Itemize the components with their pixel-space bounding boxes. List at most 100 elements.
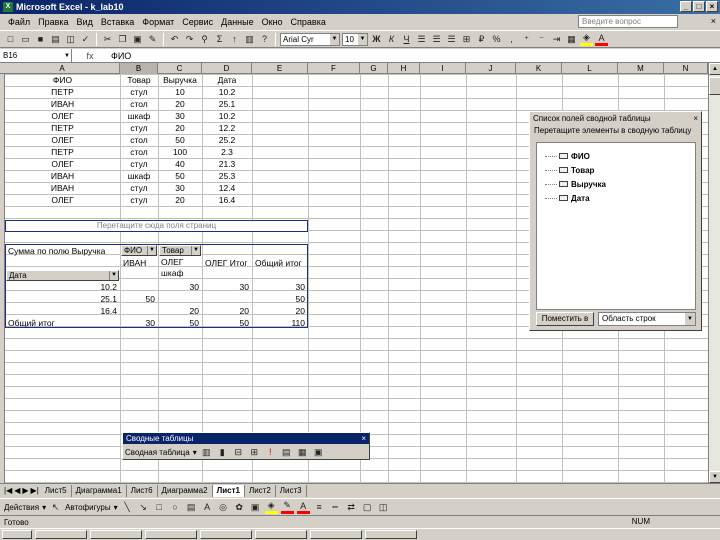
rectangle-icon[interactable]: □ xyxy=(153,501,166,514)
pivot-list-field-data[interactable]: Дата xyxy=(537,191,695,205)
table-cell[interactable]: 10 xyxy=(158,86,202,98)
open-folder-icon[interactable]: ▭ xyxy=(19,33,32,46)
tab-last-icon[interactable]: ▶| xyxy=(31,486,39,495)
table-cell[interactable]: 2.3 xyxy=(202,146,252,158)
autoshapes-menu[interactable]: Автофигуры xyxy=(65,503,111,512)
col-header-c[interactable]: C xyxy=(158,63,202,74)
pivot-total-label[interactable]: Общий итог xyxy=(5,317,120,329)
workbook-close-icon[interactable]: × xyxy=(711,16,716,26)
help-question-input[interactable]: Введите вопрос xyxy=(578,15,678,28)
table-cell[interactable]: шкаф xyxy=(120,170,158,182)
hyperlink-icon[interactable]: ⚲ xyxy=(198,33,211,46)
header-cell-tovar[interactable]: Товар xyxy=(120,74,158,86)
table-cell[interactable]: 10.2 xyxy=(202,110,252,122)
col-header-g[interactable]: G xyxy=(360,63,388,74)
pivot-field-fio-button[interactable]: ФИО ▼ xyxy=(121,245,157,256)
wordart-icon[interactable]: A xyxy=(201,501,214,514)
table-cell[interactable]: ИВАН xyxy=(5,182,120,194)
table-cell[interactable]: стул xyxy=(120,122,158,134)
font-color-icon[interactable]: A xyxy=(595,33,608,46)
table-cell[interactable]: стул xyxy=(120,182,158,194)
sheet-tab-list1[interactable]: Лист1 xyxy=(212,484,245,497)
table-cell[interactable]: 50 xyxy=(158,170,202,182)
align-center-icon[interactable]: ☰ xyxy=(430,33,443,46)
fill-color-icon[interactable]: ◈ xyxy=(264,500,278,514)
font-name-select[interactable]: Arial Cyr ▼ xyxy=(280,32,340,46)
pivot-row-label[interactable]: 16.4 xyxy=(5,305,120,317)
arrow-style-icon[interactable]: ⇄ xyxy=(345,501,358,514)
pivot-table-menu[interactable]: Сводная таблица xyxy=(125,448,190,457)
col-header-m[interactable]: M xyxy=(618,63,664,74)
sheet-tab-list5[interactable]: Лист5 xyxy=(40,484,72,497)
percent-icon[interactable]: % xyxy=(490,33,503,46)
pivot-list-field-vyruchka[interactable]: Выручка xyxy=(537,177,695,191)
col-header-d[interactable]: D xyxy=(202,63,252,74)
oval-icon[interactable]: ○ xyxy=(169,501,182,514)
scroll-up-icon[interactable]: ▲ xyxy=(709,63,720,75)
spelling-icon[interactable]: ✓ xyxy=(79,33,92,46)
taskbar-button[interactable] xyxy=(200,530,252,539)
menu-insert[interactable]: Вставка xyxy=(97,17,138,27)
taskbar-button[interactable] xyxy=(310,530,362,539)
pivot-value-cell[interactable]: 30 xyxy=(202,281,252,293)
col-header-a[interactable]: A xyxy=(5,63,120,74)
increase-decimal-icon[interactable]: ⁺ xyxy=(520,33,533,46)
arrow-icon[interactable]: ↘ xyxy=(137,501,150,514)
name-box[interactable]: B16 ▼ xyxy=(0,49,72,62)
line-color-icon[interactable]: ✎ xyxy=(280,500,294,514)
table-cell[interactable]: 50 xyxy=(158,134,202,146)
table-cell[interactable]: 20 xyxy=(158,122,202,134)
col-header-e[interactable]: E xyxy=(252,63,308,74)
tab-first-icon[interactable]: |◀ xyxy=(4,486,12,495)
line-icon[interactable]: ╲ xyxy=(121,501,134,514)
tab-next-icon[interactable]: ▶ xyxy=(22,486,28,495)
table-cell[interactable]: стул xyxy=(120,86,158,98)
pivot-toolbar-title[interactable]: Сводные таблицы × xyxy=(123,433,369,444)
hide-field-list-icon[interactable]: ▦ xyxy=(296,446,309,459)
italic-icon[interactable]: К xyxy=(385,33,398,46)
table-cell[interactable]: 20 xyxy=(158,98,202,110)
table-cell[interactable]: 20 xyxy=(158,194,202,206)
field-settings-icon[interactable]: ▤ xyxy=(280,446,293,459)
put-into-button[interactable]: Поместить в xyxy=(536,312,594,326)
taskbar-button[interactable] xyxy=(365,530,417,539)
indent-icon[interactable]: ⇥ xyxy=(550,33,563,46)
format-report-icon[interactable]: ▥ xyxy=(200,446,213,459)
diagram-icon[interactable]: ◎ xyxy=(217,501,230,514)
table-cell[interactable]: ОЛЕГ xyxy=(5,158,120,170)
table-cell[interactable]: ОЛЕГ xyxy=(5,134,120,146)
close-icon[interactable]: × xyxy=(361,433,366,444)
align-right-icon[interactable]: ☰ xyxy=(445,33,458,46)
pivot-value-cell[interactable] xyxy=(120,281,158,293)
clipart-icon[interactable]: ✿ xyxy=(233,501,246,514)
merge-center-icon[interactable]: ⊞ xyxy=(460,33,473,46)
pivot-value-cell[interactable] xyxy=(120,305,158,317)
scroll-down-icon[interactable]: ▼ xyxy=(709,471,720,483)
header-cell-vyruchka[interactable]: Выручка xyxy=(158,74,202,86)
help-icon[interactable]: ? xyxy=(258,33,271,46)
autosum-icon[interactable]: Σ xyxy=(213,33,226,46)
table-cell[interactable]: ОЛЕГ xyxy=(5,194,120,206)
menu-view[interactable]: Вид xyxy=(73,17,97,27)
paste-icon[interactable]: ▣ xyxy=(131,33,144,46)
menu-edit[interactable]: Правка xyxy=(34,17,72,27)
dash-style-icon[interactable]: ┅ xyxy=(329,501,342,514)
cut-icon[interactable]: ✂ xyxy=(101,33,114,46)
draw-actions-menu[interactable]: Действия xyxy=(4,503,39,512)
pivot-total-cell[interactable]: 110 xyxy=(252,317,308,329)
shadow-icon[interactable]: ▢ xyxy=(361,501,374,514)
picture-icon[interactable]: ▣ xyxy=(249,501,262,514)
pivot-col-item[interactable]: ИВАН xyxy=(120,257,158,269)
table-cell[interactable]: стол xyxy=(120,146,158,158)
maximize-button[interactable]: □ xyxy=(693,1,705,12)
copy-icon[interactable]: ❐ xyxy=(116,33,129,46)
table-cell[interactable]: 100 xyxy=(158,146,202,158)
table-cell[interactable]: ИВАН xyxy=(5,170,120,182)
dropdown-arrow-icon[interactable]: ▼ xyxy=(685,313,695,325)
table-cell[interactable]: стул xyxy=(120,158,158,170)
menu-format[interactable]: Формат xyxy=(138,17,178,27)
pivot-value-cell[interactable]: 20 xyxy=(202,305,252,317)
close-button[interactable]: × xyxy=(706,1,718,12)
refresh-icon[interactable]: ! xyxy=(264,446,277,459)
menu-tools[interactable]: Сервис xyxy=(178,17,217,27)
